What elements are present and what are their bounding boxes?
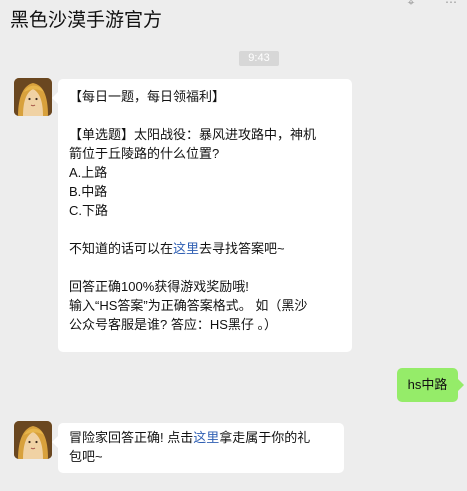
option-a: A.上路	[69, 165, 108, 180]
chat-header: 黑色沙漠手游官方 ⌖ ⋯	[0, 0, 467, 44]
message-line: 箭位于丘陵路的什么位置?	[69, 146, 220, 161]
chat-title: 黑色沙漠手游官方	[10, 10, 163, 31]
incoming-message-reward: 冒险家回答正确! 点击这里拿走属于你的礼 包吧~	[52, 423, 344, 473]
more-icon[interactable]: ⋯	[443, 0, 459, 9]
message-line: 公众号客服是谁? 答应：HS黑仔 。）	[69, 317, 278, 332]
message-line: 【单选题】太阳战役：暴风进攻路中，神机	[69, 127, 317, 142]
message-text: 不知道的话可以在	[69, 241, 174, 256]
message-line-with-link: 不知道的话可以在这里去寻找答案吧~	[69, 239, 342, 258]
message-line: 回答正确100%获得游戏奖励哦!	[69, 279, 249, 294]
message-line: 【每日一题，每日领福利】	[69, 89, 226, 104]
message-text: 冒险家回答正确! 点击	[69, 430, 194, 445]
message-line-with-link: 冒险家回答正确! 点击这里拿走属于你的礼	[69, 428, 334, 447]
game-character-avatar-icon	[14, 78, 52, 116]
option-b: B.中路	[69, 184, 108, 199]
answer-link[interactable]: 这里	[173, 241, 199, 256]
header-actions: ⌖ ⋯	[403, 0, 459, 9]
message-line: 输入“HS答案”为正确答案格式。 如（黑沙	[69, 298, 308, 313]
official-avatar[interactable]	[14, 421, 52, 459]
official-avatar[interactable]	[14, 78, 52, 116]
message-text: 拿走属于你的礼	[219, 430, 311, 445]
option-c: C.下路	[69, 203, 109, 218]
message-text: 去寻找答案吧~	[199, 241, 285, 256]
incoming-message-question: 【每日一题，每日领福利】 【单选题】太阳战役：暴风进攻路中，神机 箭位于丘陵路的…	[52, 79, 352, 352]
message-time-badge: 9:43	[239, 51, 279, 66]
game-character-avatar-icon	[14, 421, 52, 459]
pin-icon[interactable]: ⌖	[403, 0, 419, 9]
reward-link[interactable]: 这里	[193, 430, 219, 445]
message-line: 包吧~	[69, 449, 103, 464]
outgoing-message-answer: hs中路	[397, 368, 464, 402]
